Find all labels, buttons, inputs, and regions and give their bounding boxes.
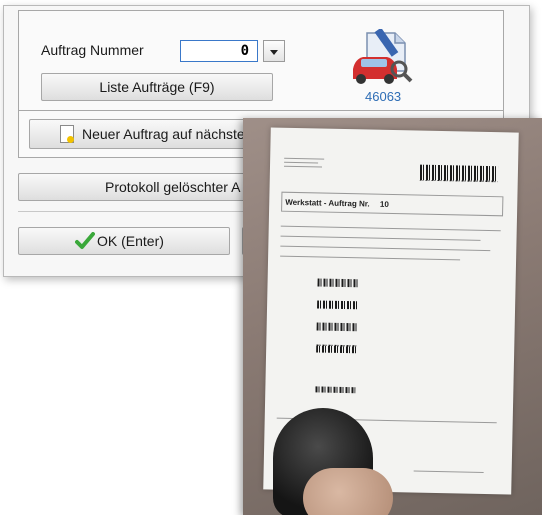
text-line — [280, 235, 481, 241]
document-title: Werkstatt - Auftrag Nr. 10 — [281, 191, 504, 217]
list-orders-button[interactable]: Liste Aufträge (F9) — [41, 73, 273, 101]
checkmark-icon — [75, 232, 95, 253]
order-id-badge: 46063 — [365, 89, 402, 104]
barcode — [316, 322, 357, 332]
scanner-photo: Werkstatt - Auftrag Nr. 10 — [243, 118, 542, 515]
new-star-icon — [67, 136, 74, 143]
order-number-dropdown-button[interactable] — [263, 40, 285, 62]
document-title-text: Werkstatt - Auftrag Nr. — [285, 197, 370, 209]
car-order-icon: 46063 — [347, 27, 417, 104]
chevron-down-icon — [270, 50, 278, 55]
ok-label: OK (Enter) — [97, 233, 164, 249]
text-line — [280, 245, 491, 252]
new-order-label: Neuer Auftrag auf nächste — [82, 126, 245, 142]
barcode — [315, 386, 356, 394]
barcode — [317, 278, 358, 288]
hand — [303, 468, 393, 515]
order-search-group: Auftrag Nummer 0 Liste Aufträge (F9) 460… — [18, 10, 504, 114]
barcode — [316, 344, 357, 354]
list-orders-label: Liste Aufträge (F9) — [99, 79, 215, 95]
order-number-label: Auftrag Nummer — [41, 42, 144, 58]
ok-button[interactable]: OK (Enter) — [18, 227, 230, 255]
text-line — [280, 225, 501, 232]
text-line — [280, 255, 461, 261]
barcode — [317, 300, 358, 310]
text-line — [284, 161, 319, 164]
order-number-input[interactable]: 0 — [180, 40, 258, 62]
text-line — [284, 157, 325, 160]
barcode — [419, 164, 499, 183]
document-order-number: 10 — [379, 199, 389, 209]
text-line — [413, 470, 484, 473]
text-line — [283, 165, 323, 168]
deleted-log-label: Protokoll gelöschter A — [105, 179, 241, 195]
